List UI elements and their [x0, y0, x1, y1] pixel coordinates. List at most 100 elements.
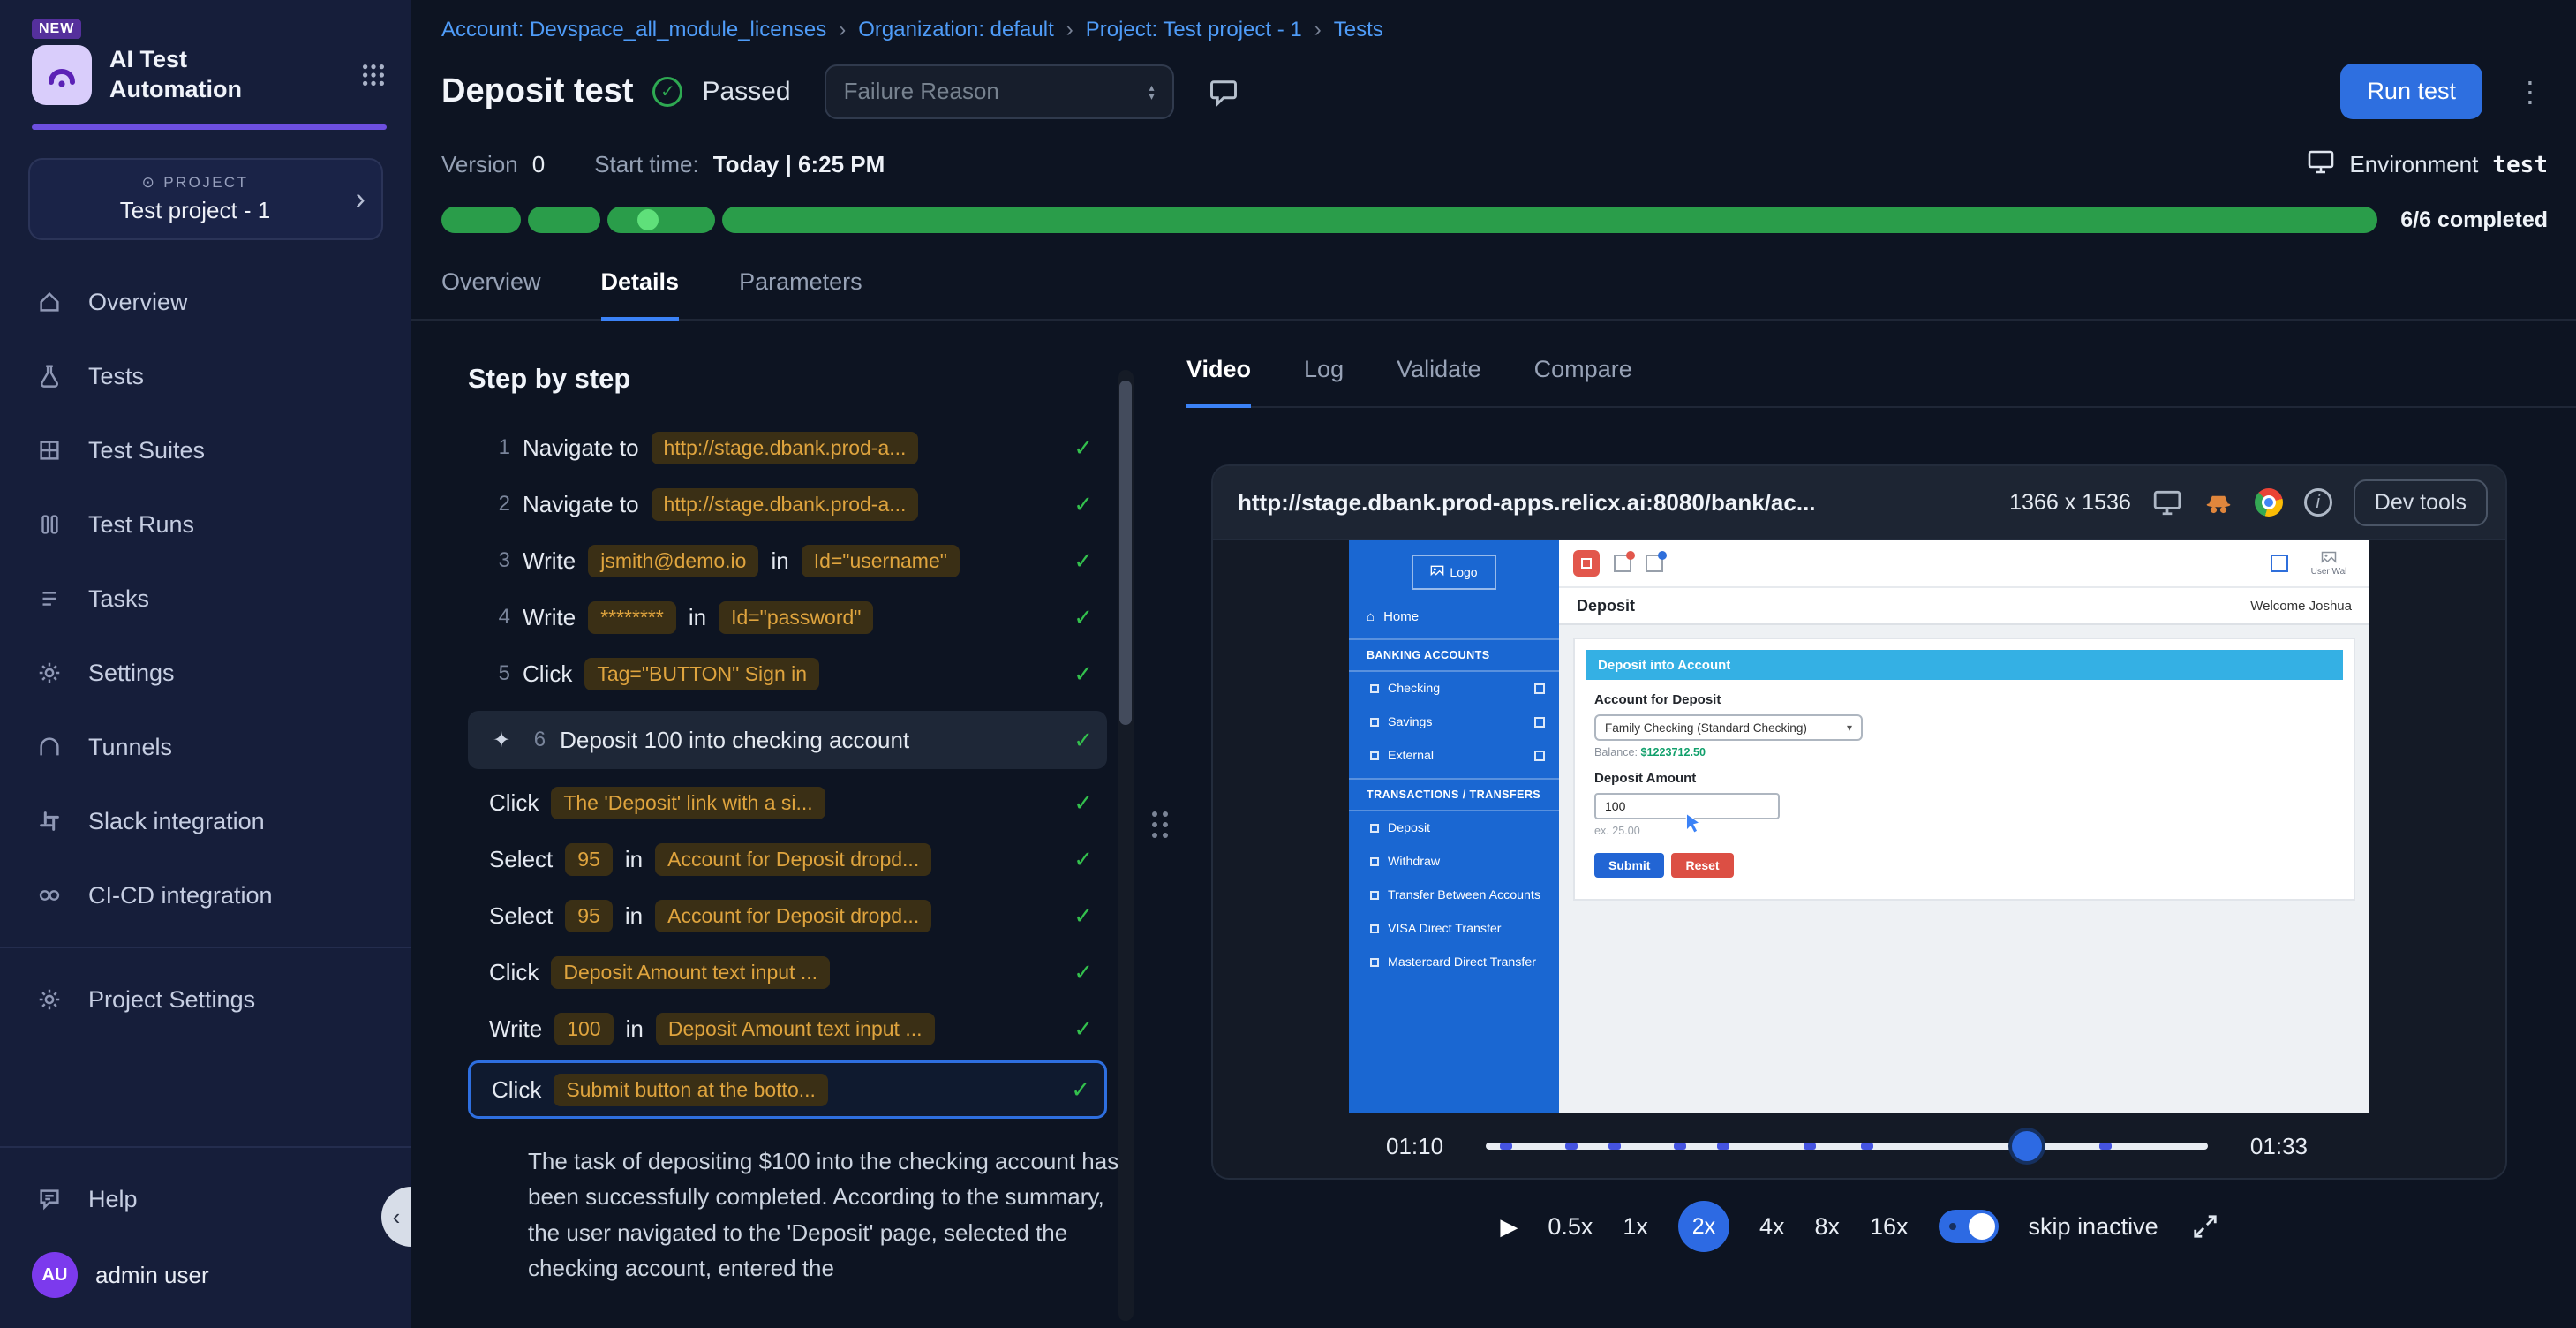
breadcrumb-organization[interactable]: Organization: default	[858, 18, 1053, 42]
checkbox-icon[interactable]	[1534, 717, 1545, 728]
timeline-marker[interactable]	[1861, 1143, 1873, 1150]
speed-4x[interactable]: 4x	[1759, 1213, 1785, 1241]
step-target-tag[interactable]: Account for Deposit dropd...	[655, 843, 931, 876]
stop-record-icon[interactable]	[1573, 550, 1600, 577]
step-target-tag[interactable]: Deposit Amount text input ...	[656, 1013, 935, 1045]
timeline-marker[interactable]	[1674, 1143, 1686, 1150]
sidebar-item-slack-integration[interactable]: Slack integration	[0, 784, 411, 858]
step-row[interactable]: 4 Write ******** in Id="password" ✓	[489, 591, 1107, 644]
account-for-deposit-select[interactable]: Family Checking (Standard Checking)▾	[1594, 714, 1863, 741]
bank-nav-savings[interactable]: Savings	[1349, 706, 1559, 739]
bank-nav-transfer[interactable]: Transfer Between Accounts	[1349, 879, 1559, 912]
sidebar-item-tunnels[interactable]: Tunnels	[0, 710, 411, 784]
bank-reset-button[interactable]: Reset	[1671, 853, 1733, 878]
bank-nav-visa-transfer[interactable]: VISA Direct Transfer	[1349, 912, 1559, 946]
step-row[interactable]: 1 Navigate to http://stage.dbank.prod-a.…	[489, 421, 1107, 474]
step-row[interactable]: 2 Navigate to http://stage.dbank.prod-a.…	[489, 478, 1107, 531]
timeline-marker[interactable]	[1804, 1143, 1816, 1150]
step-target-tag[interactable]: The 'Deposit' link with a si...	[551, 787, 825, 819]
step-row[interactable]: Click The 'Deposit' link with a si... ✓	[489, 776, 1107, 829]
step-target-tag[interactable]: http://stage.dbank.prod-a...	[652, 432, 919, 464]
project-selector[interactable]: ⊙PROJECT Test project - 1 ›	[28, 158, 383, 240]
play-icon[interactable]: ▶	[1500, 1213, 1518, 1241]
chrome-browser-icon[interactable]	[2255, 488, 2283, 517]
sidebar-item-overview[interactable]: Overview	[0, 265, 411, 339]
step-target-tag[interactable]: http://stage.dbank.prod-a...	[652, 488, 919, 521]
tab-overview[interactable]: Overview	[441, 268, 541, 319]
step-row[interactable]: Select 95 in Account for Deposit dropd..…	[489, 889, 1107, 942]
step-group-row[interactable]: ✦ 6 Deposit 100 into checking account ✓	[468, 711, 1107, 769]
sidebar-item-test-runs[interactable]: Test Runs	[0, 487, 411, 562]
step-row[interactable]: 5 Click Tag="BUTTON" Sign in ✓	[489, 647, 1107, 700]
checkbox-icon[interactable]	[1534, 751, 1545, 761]
step-row[interactable]: 3 Write jsmith@demo.io in Id="username" …	[489, 534, 1107, 587]
bank-nav-deposit[interactable]: Deposit	[1349, 811, 1559, 845]
breadcrumb-tests[interactable]: Tests	[1334, 18, 1383, 42]
step-row[interactable]: Write 100 in Deposit Amount text input .…	[489, 1002, 1107, 1055]
failure-reason-select[interactable]: Failure Reason ▴▾	[825, 64, 1174, 119]
steps-scrollbar[interactable]	[1118, 370, 1134, 1321]
checkbox-icon[interactable]	[1534, 683, 1545, 694]
skip-inactive-toggle[interactable]	[1939, 1210, 1999, 1243]
breadcrumb-account[interactable]: Account: Devspace_all_module_licenses	[441, 18, 826, 42]
tab-parameters[interactable]: Parameters	[739, 268, 862, 319]
step-target-tag[interactable]: Id="username"	[802, 545, 960, 577]
step-target-tag[interactable]: Tag="BUTTON" Sign in	[584, 658, 819, 690]
bank-nav-withdraw[interactable]: Withdraw	[1349, 845, 1559, 879]
frame-icon[interactable]	[2271, 555, 2288, 572]
sidebar-item-help[interactable]: Help	[0, 1162, 411, 1236]
timeline-marker[interactable]	[1717, 1143, 1729, 1150]
timeline-marker[interactable]	[1608, 1143, 1621, 1150]
tab-validate[interactable]: Validate	[1397, 356, 1481, 406]
incognito-icon[interactable]	[2203, 487, 2233, 517]
dev-tools-button[interactable]: Dev tools	[2354, 479, 2488, 526]
fullscreen-icon[interactable]	[2192, 1213, 2218, 1240]
timeline-track[interactable]	[1486, 1143, 2208, 1150]
step-value-tag[interactable]: ********	[588, 601, 676, 634]
sidebar-item-tasks[interactable]: Tasks	[0, 562, 411, 636]
timeline-marker[interactable]	[1565, 1143, 1578, 1150]
step-target-tag[interactable]: Id="password"	[719, 601, 873, 634]
step-target-tag[interactable]: Account for Deposit dropd...	[655, 900, 931, 932]
bank-nav-external[interactable]: External	[1349, 739, 1559, 773]
bank-submit-button[interactable]: Submit	[1594, 853, 1664, 878]
step-target-tag[interactable]: Submit button at the botto...	[554, 1074, 828, 1106]
comment-icon[interactable]	[1208, 76, 1239, 108]
window-badge-icon[interactable]	[1646, 555, 1663, 572]
tab-log[interactable]: Log	[1304, 356, 1344, 406]
step-target-tag[interactable]: Deposit Amount text input ...	[551, 956, 830, 989]
bank-nav-mastercard-transfer[interactable]: Mastercard Direct Transfer	[1349, 946, 1559, 979]
step-value-tag[interactable]: 95	[565, 843, 613, 876]
timeline-marker[interactable]	[2099, 1143, 2112, 1150]
bank-nav-home[interactable]: ⌂Home	[1349, 597, 1559, 633]
sidebar-item-settings[interactable]: Settings	[0, 636, 411, 710]
kebab-menu-icon[interactable]: ⋮	[2516, 75, 2544, 109]
tab-compare[interactable]: Compare	[1534, 356, 1632, 406]
sidebar-item-tests[interactable]: Tests	[0, 339, 411, 413]
step-row[interactable]: Click Deposit Amount text input ... ✓	[489, 946, 1107, 999]
sidebar-item-project-settings[interactable]: Project Settings	[0, 962, 411, 1037]
breadcrumb-project[interactable]: Project: Test project - 1	[1086, 18, 1302, 42]
sidebar-item-cicd-integration[interactable]: CI-CD integration	[0, 858, 411, 932]
step-row[interactable]: Select 95 in Account for Deposit dropd..…	[489, 833, 1107, 886]
monitor-icon[interactable]	[2152, 487, 2182, 517]
tab-details[interactable]: Details	[601, 268, 680, 321]
step-value-tag[interactable]: jsmith@demo.io	[588, 545, 758, 577]
run-test-button[interactable]: Run test	[2340, 64, 2482, 119]
step-value-tag[interactable]: 100	[554, 1013, 613, 1045]
tab-video[interactable]: Video	[1186, 356, 1251, 408]
speed-2x[interactable]: 2x	[1678, 1201, 1729, 1252]
speed-1x[interactable]: 1x	[1623, 1213, 1648, 1241]
speed-16x[interactable]: 16x	[1870, 1213, 1909, 1241]
speed-0.5x[interactable]: 0.5x	[1548, 1213, 1593, 1241]
info-icon[interactable]: i	[2304, 488, 2332, 517]
step-row-selected[interactable]: Click Submit button at the botto... ✓	[468, 1060, 1107, 1119]
apps-grid-icon[interactable]	[360, 62, 387, 88]
step-value-tag[interactable]: 95	[565, 900, 613, 932]
panel-resize-handle[interactable]	[1134, 321, 1186, 1328]
user-menu[interactable]: AU admin user	[0, 1236, 411, 1314]
scrollbar-thumb[interactable]	[1119, 381, 1132, 725]
speed-8x[interactable]: 8x	[1814, 1213, 1840, 1241]
sidebar-item-test-suites[interactable]: Test Suites	[0, 413, 411, 487]
timeline-thumb[interactable]	[2012, 1131, 2042, 1161]
